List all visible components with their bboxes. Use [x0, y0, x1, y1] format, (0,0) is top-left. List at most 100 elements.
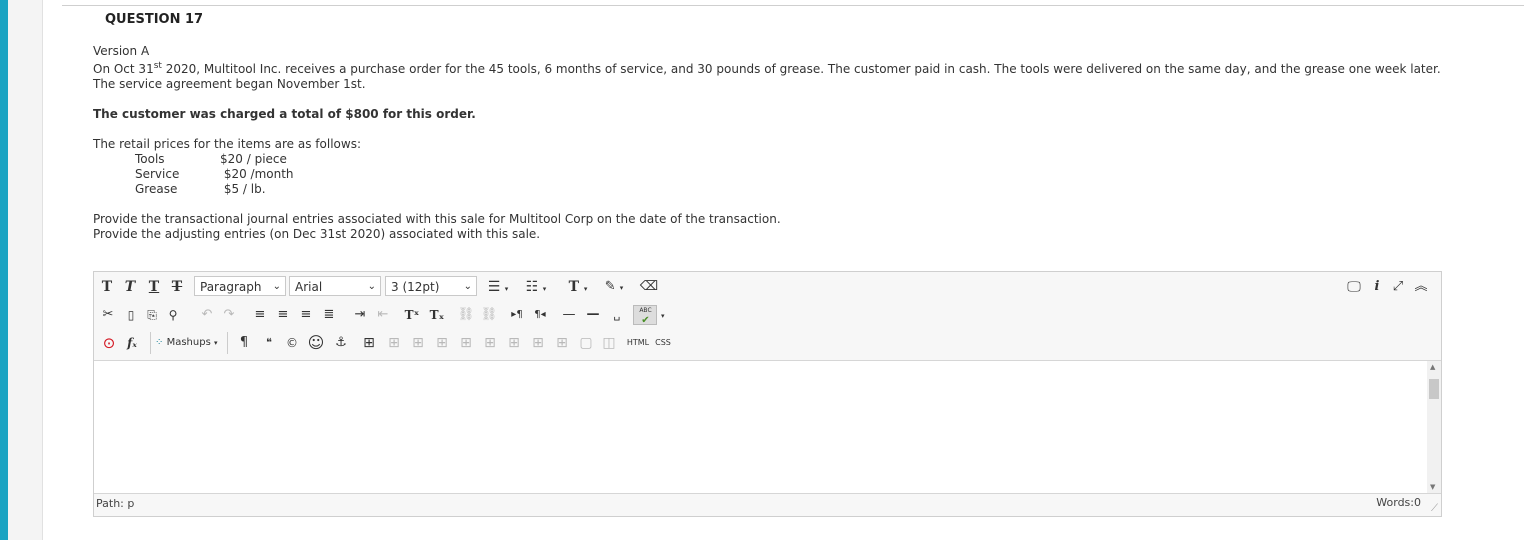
price-item-value: $20 /month: [220, 167, 294, 181]
preview-icon[interactable]: 🖵: [1344, 276, 1364, 298]
subscript-icon[interactable]: Tₓ: [427, 304, 447, 326]
question-body: Version A On Oct 31st 2020, Multitool In…: [93, 44, 1453, 242]
price-row: Grease $5 / lb.: [135, 182, 294, 197]
scroll-down-icon[interactable]: ▼: [1430, 483, 1435, 491]
align-center-icon[interactable]: ≡: [273, 304, 293, 326]
anchor-icon[interactable]: ⚓: [331, 332, 351, 354]
copyright-icon[interactable]: ©: [282, 332, 302, 354]
top-divider: [62, 5, 1524, 6]
unlink-icon[interactable]: ⛓: [479, 304, 499, 326]
cut-icon[interactable]: ✂: [98, 304, 118, 326]
text-color-icon[interactable]: T ▾: [564, 276, 592, 298]
toolbar-row-3: ⊙ fₓ ⁘ Mashups ▾ ¶ ❝ © ☺ ⚓ ⊞ ⊞ ⊞ ⊞ ⊞ ⊞ ⊞…: [94, 329, 1441, 357]
resize-grip-icon[interactable]: ⟋: [1431, 503, 1438, 514]
left-gutter: [8, 0, 43, 540]
left-accent-bar: [0, 0, 8, 540]
table-delete-col-icon[interactable]: ⊞: [504, 332, 524, 354]
formula-icon[interactable]: fₓ: [122, 332, 142, 354]
bold-button[interactable]: T: [97, 276, 117, 298]
align-left-icon[interactable]: ≡: [250, 304, 270, 326]
font-select[interactable]: Arial ⌄: [289, 276, 381, 296]
scenario-post: 2020, Multitool Inc. receives a purchase…: [93, 62, 1441, 91]
horizontal-rule-icon[interactable]: —: [559, 304, 579, 326]
chevron-down-icon: ⌄: [463, 281, 472, 292]
rtl-icon[interactable]: ¶◂: [530, 304, 550, 326]
outdent-icon[interactable]: ⇤: [373, 304, 393, 326]
table-col-after-icon[interactable]: ⊞: [480, 332, 500, 354]
chevron-down-icon: ▾: [213, 339, 218, 347]
price-item-name: Tools: [135, 152, 165, 166]
copy-icon[interactable]: ▯: [121, 304, 141, 326]
undo-icon[interactable]: ↶: [197, 304, 217, 326]
find-icon[interactable]: ⚲: [163, 304, 183, 326]
price-row: Service $20 /month: [135, 167, 294, 182]
editor-scrollbar[interactable]: ▲ ▼: [1427, 361, 1441, 493]
table-merge-icon[interactable]: ⊞: [552, 332, 572, 354]
align-right-icon[interactable]: ≡: [296, 304, 316, 326]
mashups-icon: ⁘: [155, 337, 164, 348]
align-justify-icon[interactable]: ≣: [319, 304, 339, 326]
eraser-icon[interactable]: ⌫: [639, 276, 659, 298]
bullet-list-icon[interactable]: ☰ ▾: [484, 276, 512, 298]
table-col-before-icon[interactable]: ⊞: [456, 332, 476, 354]
table-row-after-icon[interactable]: ⊞: [408, 332, 428, 354]
scenario-pre: On Oct 31: [93, 62, 154, 76]
size-select[interactable]: 3 (12pt) ⌄: [385, 276, 477, 296]
price-row: Tools $20 / piece: [135, 152, 294, 167]
spellcheck-label: ABC: [639, 307, 652, 314]
toolbar-row-2: ✂ ▯ ⎘ ⚲ ↶ ↷ ≡ ≡ ≡ ≣ ⇥ ⇤ Tˣ Tₓ ⛓ ⛓ ▸¶ ¶◂ …: [94, 301, 1441, 329]
indent-icon[interactable]: ⇥: [350, 304, 370, 326]
html-button[interactable]: HTML: [625, 332, 651, 354]
table-icon[interactable]: ⊞: [359, 332, 379, 354]
spellcheck-icon[interactable]: ABC ✔ ▾: [633, 304, 665, 326]
editor-path: Path: p: [96, 497, 135, 510]
cell-props-icon[interactable]: ◫: [599, 332, 619, 354]
ltr-icon[interactable]: ▸¶: [507, 304, 527, 326]
table-delete-row-icon[interactable]: ⊞: [432, 332, 452, 354]
charged-total: The customer was charged a total of $800…: [93, 107, 476, 121]
table-row-before-icon[interactable]: ⊞: [384, 332, 404, 354]
mashups-label: Mashups: [166, 337, 211, 348]
price-item-name: Grease: [135, 182, 178, 196]
link-icon[interactable]: ⛓: [456, 304, 476, 326]
scroll-up-icon[interactable]: ▲: [1430, 363, 1435, 371]
fullscreen-icon[interactable]: ⤢: [1389, 276, 1407, 298]
table-split-icon[interactable]: ⊞: [528, 332, 548, 354]
scenario-sup: st: [153, 61, 162, 71]
format-select-value: Paragraph: [200, 280, 262, 294]
word-count: Words:0: [1376, 496, 1421, 509]
info-icon[interactable]: i: [1369, 276, 1385, 298]
strikethrough-button[interactable]: T: [167, 276, 187, 298]
collapse-toolbar-icon[interactable]: ︽: [1412, 276, 1430, 298]
price-table: Tools $20 / piece Service $20 /month Grea…: [135, 152, 294, 197]
redo-icon[interactable]: ↷: [219, 304, 239, 326]
scrollbar-thumb[interactable]: [1429, 379, 1439, 399]
highlight-pen-icon[interactable]: ✎ ▾: [599, 276, 629, 298]
prices-intro: The retail prices for the items are as f…: [93, 137, 361, 151]
nonbreaking-space-icon[interactable]: ␣: [607, 304, 627, 326]
font-select-value: Arial: [295, 280, 323, 294]
superscript-icon[interactable]: Tˣ: [402, 304, 422, 326]
underline-button[interactable]: T: [144, 276, 164, 298]
price-item-value: $20 / piece: [220, 152, 287, 166]
mashups-dropdown[interactable]: ⁘ Mashups ▾: [150, 332, 228, 354]
pilcrow-icon[interactable]: ¶: [234, 332, 254, 354]
price-item-value: $5 / lb.: [220, 182, 266, 196]
table-props-icon[interactable]: ▢: [576, 332, 596, 354]
instruction-1: Provide the transactional journal entrie…: [93, 212, 781, 226]
instruction-2: Provide the adjusting entries (on Dec 31…: [93, 227, 541, 241]
size-select-value: 3 (12pt): [391, 280, 440, 294]
question-title: QUESTION 17: [105, 12, 204, 27]
blockquote-icon[interactable]: ❝: [259, 332, 279, 354]
emoticon-icon[interactable]: ☺: [306, 332, 326, 354]
chevron-down-icon: ⌄: [367, 281, 376, 292]
format-select[interactable]: Paragraph ⌄: [194, 276, 286, 296]
css-button[interactable]: CSS: [653, 332, 673, 354]
numbered-list-icon[interactable]: ☷ ▾: [522, 276, 550, 298]
editor-content-area[interactable]: ▲ ▼: [94, 360, 1441, 494]
paste-icon[interactable]: ⎘: [142, 304, 162, 326]
scenario-paragraph: On Oct 31st 2020, Multitool Inc. receive…: [93, 62, 1453, 92]
record-icon[interactable]: ⊙: [99, 332, 119, 354]
italic-button[interactable]: T: [120, 276, 140, 298]
hard-break-icon[interactable]: —: [583, 304, 603, 326]
